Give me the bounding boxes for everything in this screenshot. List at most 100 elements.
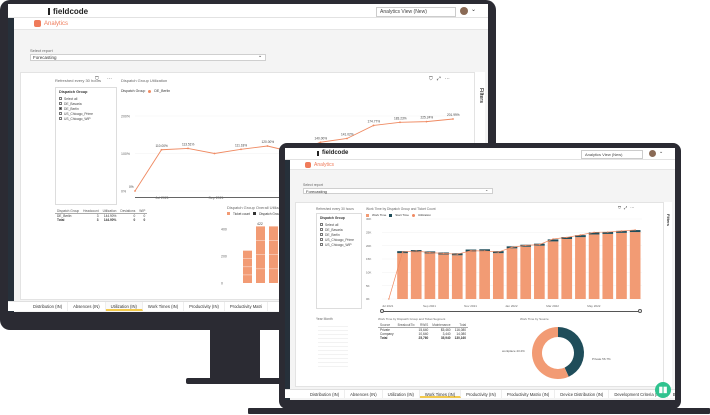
scrollbar[interactable]	[382, 311, 640, 312]
report-tab[interactable]: Distribution (IN)	[28, 302, 69, 311]
worktime-pie-chart	[532, 327, 584, 379]
data-point	[634, 229, 636, 231]
focus-icon[interactable]: ⤢	[624, 205, 627, 210]
logo-icon	[48, 8, 50, 15]
data-point	[399, 121, 401, 124]
column-header[interactable]: Maintenance	[430, 323, 453, 328]
data-point	[620, 230, 623, 232]
slicer-item[interactable]: US_Chicago_WIP	[56, 116, 116, 121]
data-point	[160, 148, 163, 151]
y-tick-label: 5K	[366, 284, 370, 288]
chevron-down-icon[interactable]: ⌄	[471, 6, 476, 13]
chevron-down-icon[interactable]: ⌄	[258, 53, 262, 59]
checkbox[interactable]	[320, 228, 323, 231]
column-header[interactable]: Headcount	[81, 209, 101, 214]
x-tick-label: Mar 2022	[546, 304, 559, 308]
column-header[interactable]: Utilization	[100, 209, 119, 214]
filter-icon[interactable]: ⛉	[95, 76, 99, 82]
data-point	[524, 244, 527, 247]
data-point	[240, 148, 242, 151]
chevron-down-icon[interactable]: ⌄	[485, 187, 488, 192]
chat-bot-button[interactable]: ▮▮	[655, 382, 671, 398]
checkbox[interactable]	[59, 112, 62, 115]
year-month-list[interactable]	[318, 323, 348, 367]
data-label: 0%	[129, 185, 134, 189]
legend-item: Ticket count	[233, 212, 251, 216]
checkbox[interactable]	[320, 233, 323, 236]
report-tab[interactable]: Utilization (IN)	[105, 302, 143, 311]
data-point	[483, 250, 486, 252]
report-tab[interactable]: Distribution (IN)	[305, 390, 346, 398]
slicer-item-label: US_Chicago_Prime	[64, 111, 93, 116]
filter-icon[interactable]: ⛉	[429, 76, 433, 82]
report-select[interactable]: Forecasting	[303, 188, 493, 194]
column-header[interactable]: Dispatch Group	[55, 209, 82, 214]
worktime-table: Source BreakoutTix RWIS Maintenance Total Pri…	[378, 323, 469, 340]
brand-logo: fieldcode	[317, 150, 348, 156]
checkbox[interactable]	[59, 117, 62, 120]
filters-pane[interactable]: Filters	[663, 202, 672, 387]
more-icon[interactable]: ⋯	[107, 76, 112, 82]
report-tab[interactable]: Absences (IN)	[345, 390, 383, 398]
report-select[interactable]: Forecasting	[30, 54, 266, 61]
data-point	[538, 243, 541, 246]
bar	[424, 253, 436, 299]
more-icon[interactable]: ⋯	[630, 205, 634, 210]
data-point	[187, 147, 189, 150]
bar-legend: Ticket count Dispatch Group O	[227, 212, 285, 216]
checkbox[interactable]	[59, 107, 62, 110]
view-select[interactable]: Analytics View (New)	[376, 7, 456, 17]
checkbox[interactable]	[320, 223, 323, 226]
checkbox[interactable]	[320, 243, 323, 246]
report-label: Select report	[30, 48, 53, 53]
checkbox[interactable]	[59, 102, 62, 105]
data-point	[607, 231, 609, 233]
more-icon[interactable]: ⋯	[445, 76, 450, 82]
data-label: 140.00%	[315, 136, 328, 140]
legend-dot	[148, 89, 152, 93]
filters-label[interactable]: Filters	[666, 214, 671, 226]
data-point	[213, 152, 216, 155]
bar	[465, 251, 477, 299]
report-tab[interactable]: Work Times (IN)	[419, 390, 462, 398]
table-cell: 0	[143, 218, 146, 222]
bar	[397, 253, 408, 299]
bar	[547, 241, 559, 299]
slicer-item[interactable]: US_Chicago_WIP	[317, 242, 361, 247]
back-appbar: Analytics	[8, 18, 488, 30]
avatar[interactable]	[649, 150, 656, 157]
filter-icon[interactable]: ⛉	[618, 205, 621, 210]
report-tab[interactable]: Device Distribution (IN)	[555, 390, 610, 398]
data-point	[425, 120, 428, 123]
filters-label[interactable]: Filters	[478, 88, 484, 103]
view-select[interactable]: Analytics View (New)	[581, 150, 643, 159]
chevron-down-icon[interactable]: ⌄	[659, 149, 663, 155]
slicer-item-label: US_Chicago_Prime	[325, 237, 354, 242]
report-tab[interactable]: Productivity Matri	[225, 302, 269, 311]
chart-title: Dispatch Group Utilization	[121, 78, 168, 83]
data-label: 120.00%	[262, 140, 275, 144]
checkbox[interactable]	[320, 238, 323, 241]
report-tab[interactable]: Productivity (IN)	[461, 390, 502, 398]
front-appbar: Analytics	[285, 160, 675, 170]
column-header[interactable]: BreakoutTix	[395, 323, 417, 328]
report-tab[interactable]: Utilization (IN)	[383, 390, 420, 398]
data-label: 174.77%	[368, 119, 381, 123]
scroll-handle-right[interactable]	[638, 309, 642, 313]
focus-icon[interactable]: ⤢	[437, 76, 441, 82]
avatar[interactable]	[460, 7, 468, 15]
y-tick-label: 25K	[366, 231, 371, 235]
data-point	[415, 250, 417, 252]
report-tab[interactable]: Absences (IN)	[68, 302, 106, 311]
data-label: 111.18%	[235, 143, 247, 147]
left-rail	[285, 160, 290, 400]
data-point	[470, 250, 472, 252]
data-point	[452, 118, 454, 120]
scroll-handle-left[interactable]	[380, 309, 384, 313]
column-header[interactable]: Deviations	[118, 209, 138, 214]
legend-item: DE_Berlin	[154, 89, 171, 93]
checkbox[interactable]	[59, 97, 62, 100]
report-tab[interactable]: Productivity (IN)	[184, 302, 225, 311]
report-tab[interactable]: Work Times (IN)	[143, 302, 185, 311]
report-tab[interactable]: Productivity Matrix (IN)	[502, 390, 556, 398]
